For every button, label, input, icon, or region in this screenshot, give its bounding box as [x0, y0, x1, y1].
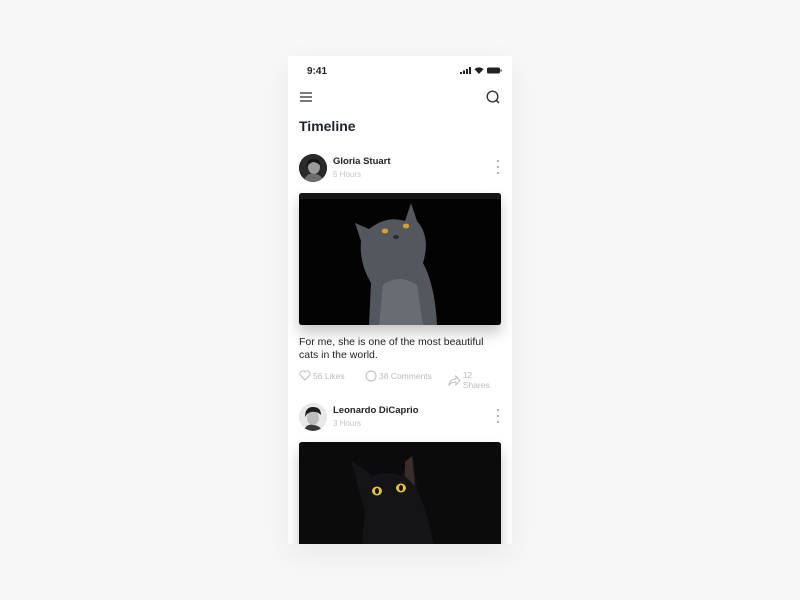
- post-image[interactable]: [299, 442, 501, 544]
- search-button[interactable]: [485, 89, 501, 105]
- avatar-image: [299, 403, 327, 431]
- comment-button[interactable]: 38 Comments: [365, 370, 432, 382]
- post-caption: For me, she is one of the most beautiful…: [299, 336, 484, 361]
- top-nav: [288, 88, 512, 108]
- signal-icon: [460, 67, 471, 74]
- likes-count: 56 Likes: [313, 370, 345, 381]
- avatar-image: [299, 154, 327, 182]
- wifi-icon: [474, 67, 484, 74]
- author-name[interactable]: Leonardo DiCaprio: [333, 405, 419, 416]
- menu-icon: [300, 92, 312, 102]
- avatar[interactable]: [299, 154, 327, 182]
- author-name[interactable]: Gloria Stuart: [333, 156, 391, 167]
- page-title: Timeline: [299, 118, 356, 134]
- grey-cat-image: [299, 193, 501, 325]
- search-icon: [486, 90, 500, 104]
- battery-icon: [487, 67, 502, 74]
- status-time: 9:41: [307, 66, 328, 77]
- post-time: 5 Hours: [333, 170, 362, 179]
- share-icon: [448, 374, 461, 386]
- status-bar: 9:41: [288, 56, 512, 86]
- system-indicators: [460, 67, 502, 74]
- heart-icon: [299, 370, 311, 381]
- black-cat-image: [299, 442, 501, 544]
- shares-count: 12 Shares: [462, 370, 490, 390]
- post-image[interactable]: [299, 193, 501, 325]
- like-button[interactable]: 56 Likes: [299, 370, 345, 381]
- phone-screen: 9:41 Timeline Gloria Stuart 5 Hours For …: [288, 56, 512, 544]
- post-time: 3 Hours: [333, 419, 362, 428]
- menu-button[interactable]: [299, 90, 313, 104]
- more-options-button[interactable]: [495, 409, 501, 423]
- comments-count: 38 Comments: [379, 371, 432, 381]
- share-button[interactable]: 12 Shares: [448, 370, 501, 390]
- post-actions: 56 Likes 38 Comments 12 Shares: [299, 370, 501, 390]
- comment-icon: [365, 370, 377, 382]
- post-card: Gloria Stuart 5 Hours For me, she is one…: [299, 154, 501, 394]
- more-options-button[interactable]: [495, 160, 501, 174]
- post-card: Leonardo DiCaprio 3 Hours: [299, 403, 501, 544]
- avatar[interactable]: [299, 403, 327, 431]
